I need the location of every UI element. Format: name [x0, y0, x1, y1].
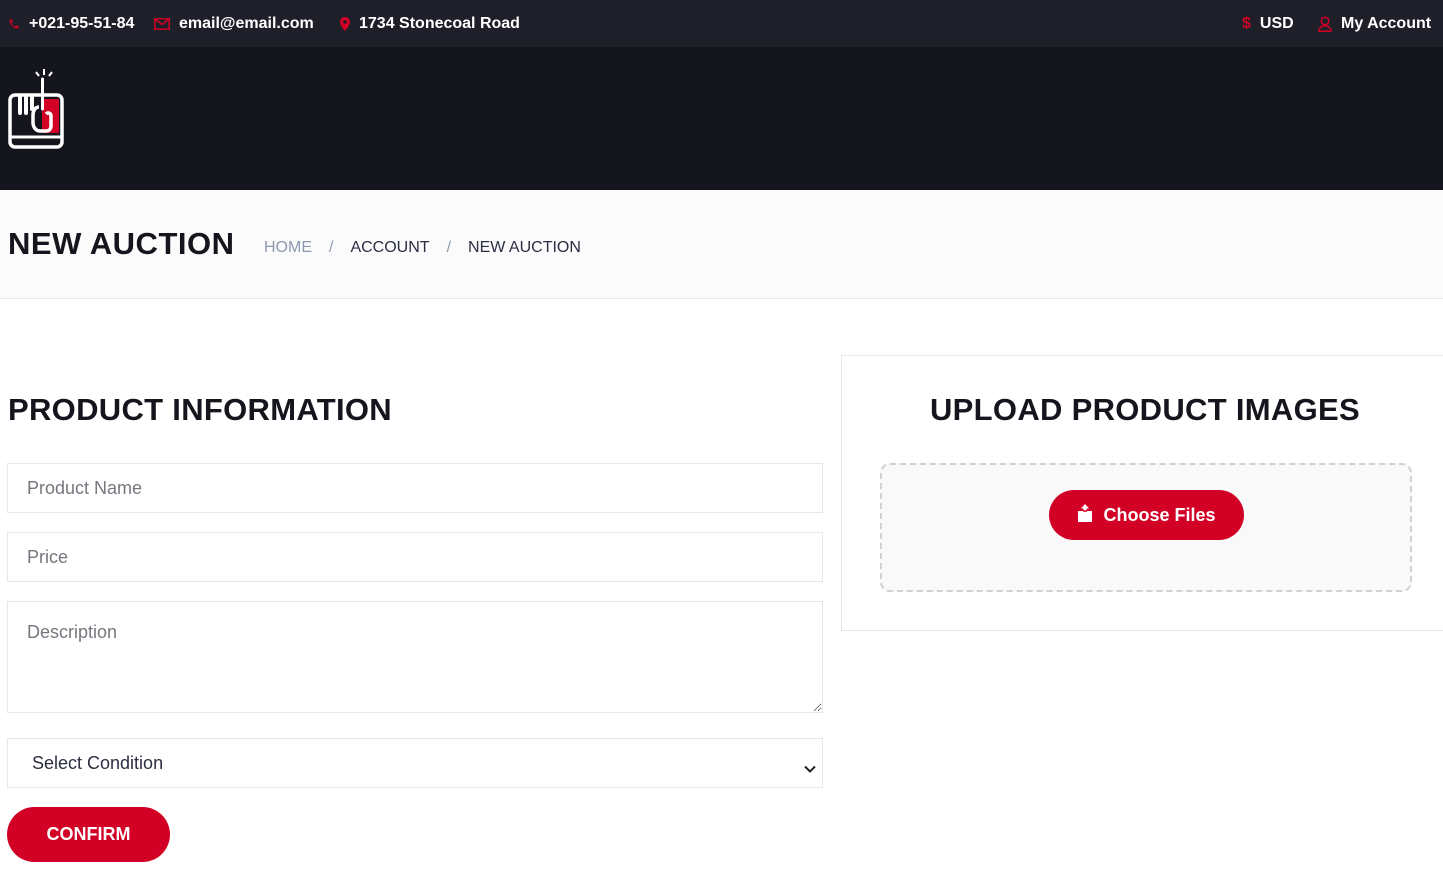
condition-select[interactable]: Select Condition — [7, 738, 823, 788]
address-text: 1734 Stonecoal Road — [359, 14, 520, 32]
hand-pointing-up-logo[interactable] — [6, 67, 66, 151]
breadcrumb-separator: / — [329, 239, 334, 256]
email-link[interactable]: email@email.com — [154, 0, 314, 47]
dollar-icon: $ — [1242, 14, 1251, 32]
choose-files-button[interactable]: Choose Files — [1049, 490, 1244, 540]
upload-images-heading: UPLOAD PRODUCT IMAGES — [930, 392, 1360, 427]
phone-icon — [8, 18, 20, 30]
breadcrumb-account[interactable]: ACCOUNT — [350, 237, 429, 259]
address-link[interactable]: 1734 Stonecoal Road — [340, 0, 520, 47]
my-account-label: My Account — [1341, 14, 1432, 32]
phone-link[interactable]: +021-95-51-84 — [8, 0, 134, 47]
phone-number: +021-95-51-84 — [29, 14, 135, 32]
envelope-icon — [154, 17, 170, 30]
price-input[interactable] — [7, 532, 823, 582]
page-title: NEW AUCTION — [8, 226, 235, 261]
map-marker-icon — [340, 16, 350, 31]
product-information-heading: PRODUCT INFORMATION — [8, 392, 392, 427]
main-header — [0, 47, 1443, 190]
breadcrumb-separator: / — [446, 239, 452, 256]
condition-selected-value: Select Condition — [32, 752, 164, 773]
choose-files-label: Choose Files — [1103, 504, 1216, 525]
breadcrumb: HOME / ACCOUNT / NEW AUCTION — [264, 237, 581, 259]
currency-label: USD — [1259, 14, 1294, 32]
breadcrumb-current: NEW AUCTION — [468, 239, 581, 256]
description-textarea[interactable] — [7, 601, 823, 713]
upload-icon — [1077, 503, 1093, 527]
product-name-input[interactable] — [7, 463, 823, 513]
confirm-button[interactable]: CONFIRM — [7, 807, 170, 862]
email-address: email@email.com — [179, 14, 314, 32]
top-bar: +021-95-51-84 email@email.com 1734 Stone… — [0, 0, 1443, 47]
chevron-down-icon — [804, 757, 816, 778]
currency-link[interactable]: $ USD — [1242, 0, 1294, 47]
user-icon — [1318, 15, 1332, 32]
breadcrumb-home[interactable]: HOME — [264, 237, 312, 259]
my-account-link[interactable]: My Account — [1318, 0, 1431, 47]
